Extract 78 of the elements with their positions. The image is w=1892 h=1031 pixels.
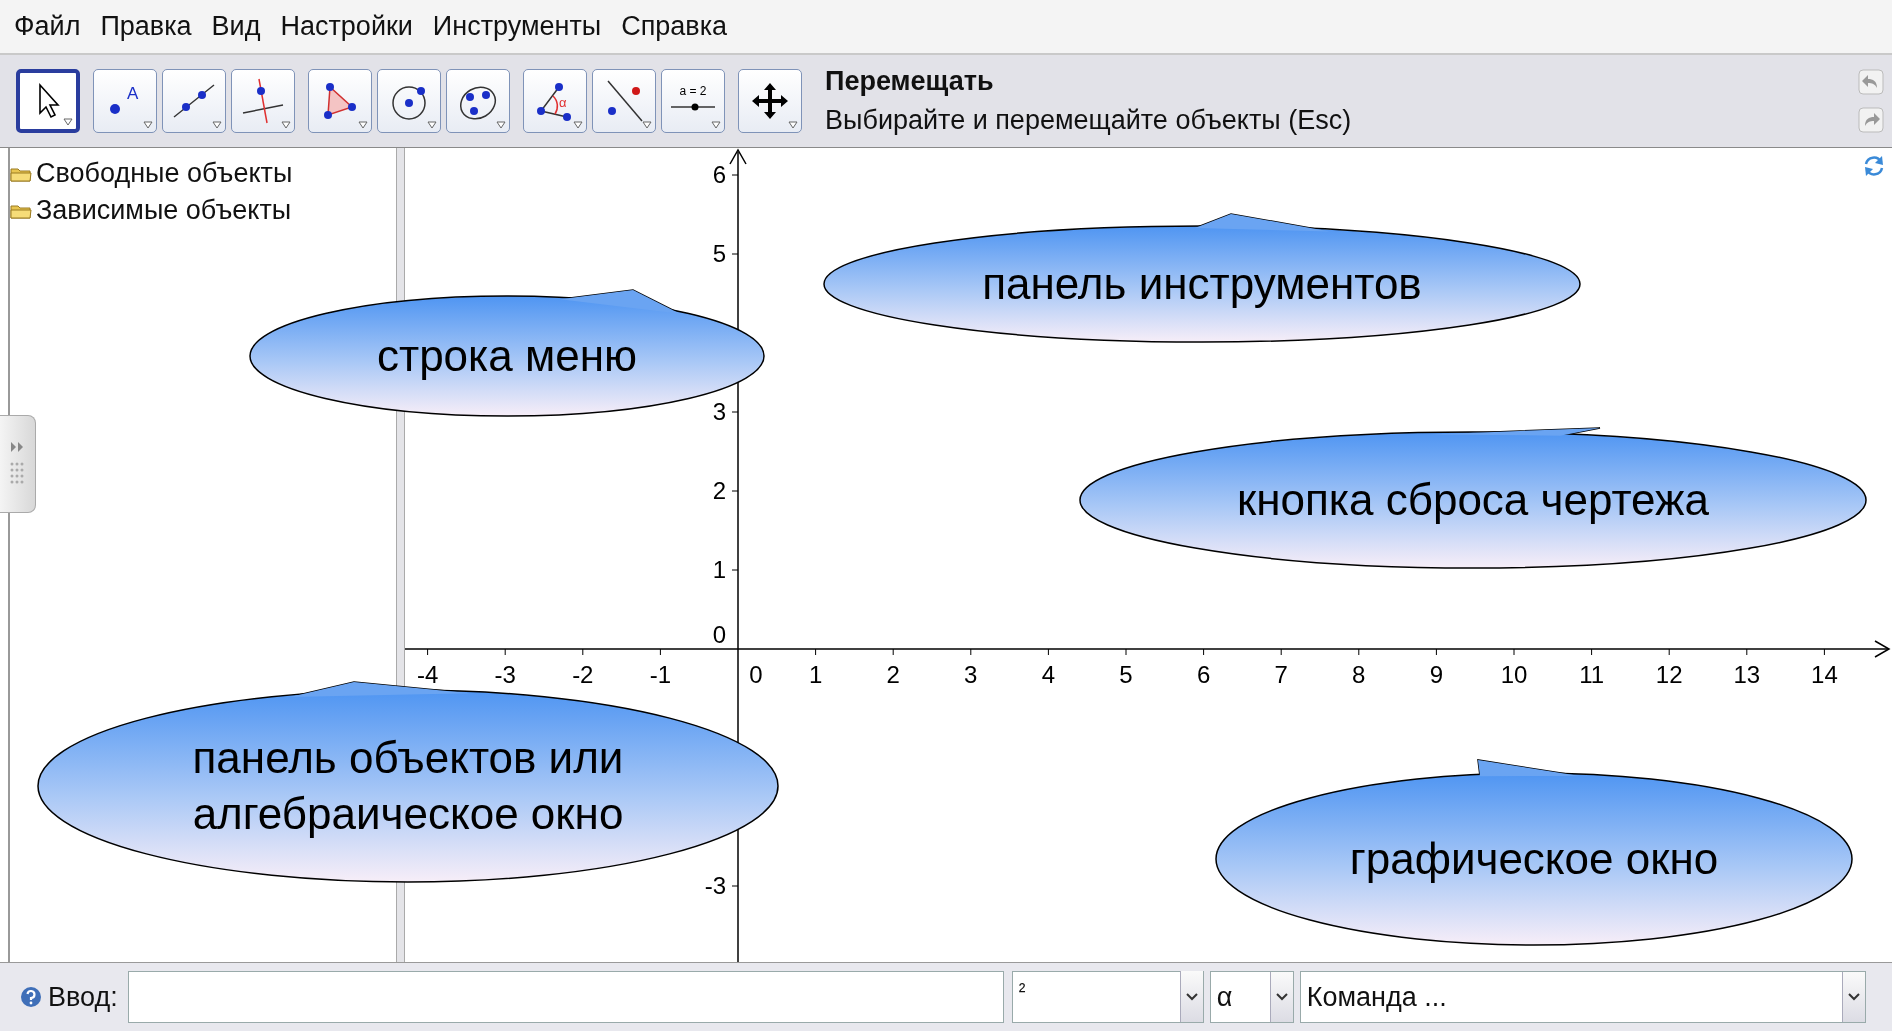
- dropdown-triangle-icon: [212, 121, 222, 129]
- tool-button[interactable]: α: [523, 69, 587, 133]
- tree-item[interactable]: Зависимые объекты: [10, 195, 292, 226]
- y-tick-label: 1: [712, 556, 726, 583]
- tool-description: Выбирайте и перемещайте объекты (Esc): [825, 105, 1352, 136]
- caret-icon: [1275, 993, 1288, 1001]
- menu-item[interactable]: Файл: [14, 11, 81, 42]
- x-tick-label: -4: [416, 661, 439, 688]
- menu-item[interactable]: Справка: [621, 11, 728, 42]
- dropdown-triangle-icon: [281, 121, 291, 129]
- callout-text: графическое окно: [1349, 834, 1719, 883]
- menu-item[interactable]: Инструменты: [432, 11, 602, 42]
- tool-button[interactable]: [446, 69, 510, 133]
- tool-button[interactable]: a = 2: [661, 69, 725, 133]
- greek-dropdown[interactable]: α: [1209, 971, 1294, 1023]
- x-tick-label: 8: [1352, 661, 1366, 688]
- input-field[interactable]: [127, 971, 1004, 1023]
- tool-button[interactable]: A: [93, 69, 157, 133]
- x-tick-label: 9: [1429, 661, 1444, 688]
- undo-icon[interactable]: [1858, 69, 1884, 95]
- caret-icon: [1847, 993, 1860, 1001]
- x-tick-label: 14: [1811, 661, 1838, 688]
- input-label: Ввод:: [48, 981, 118, 1013]
- menu-item[interactable]: Вид: [211, 11, 261, 42]
- x-tick-label: 12: [1655, 661, 1683, 688]
- y-tick-label: -3: [704, 872, 726, 899]
- y-tick-label: 2: [712, 477, 726, 504]
- y-tick-label: 5: [712, 240, 726, 267]
- refresh-icon[interactable]: [1862, 154, 1886, 178]
- tool-button[interactable]: [231, 69, 295, 133]
- x-tick-label: 13: [1733, 661, 1761, 688]
- x-tick-label: 7: [1274, 661, 1288, 688]
- x-tick-label: 11: [1579, 661, 1605, 688]
- callout-text: строка меню: [377, 331, 637, 380]
- x-tick-label: 0: [749, 661, 763, 688]
- dropdown-triangle-icon: [788, 121, 798, 129]
- x-tick-label: -2: [572, 661, 594, 688]
- x-tick-label: 6: [1196, 661, 1211, 688]
- redo-icon[interactable]: [1858, 107, 1884, 133]
- help-icon[interactable]: [20, 986, 42, 1008]
- dropdown-triangle-icon: [427, 121, 437, 129]
- dropdown-triangle-icon: [358, 121, 368, 129]
- y-tick-label: 6: [712, 161, 726, 188]
- x-tick-label: 4: [1041, 661, 1056, 688]
- tool-button[interactable]: [592, 69, 656, 133]
- dropdown-triangle-icon: [711, 121, 721, 129]
- x-tick-label: 10: [1500, 661, 1528, 688]
- tool-button[interactable]: [162, 69, 226, 133]
- callout-text: кнопка сброса чертежа: [1237, 475, 1709, 524]
- tool-button[interactable]: [308, 69, 372, 133]
- folder-icon: [10, 202, 32, 219]
- x-tick-label: 3: [964, 661, 978, 688]
- x-tick-label: 1: [808, 661, 823, 688]
- x-tick-label: -1: [649, 661, 672, 688]
- tool-title: Перемещать: [825, 66, 995, 97]
- callout-text: панель объектов или алгебраическое окно: [192, 733, 624, 838]
- x-tick-label: -3: [494, 661, 516, 688]
- folder-icon: [10, 165, 32, 182]
- dropdown-triangle-icon: [573, 121, 583, 129]
- dropdown-triangle-icon: [496, 121, 506, 129]
- caret-icon: [1185, 992, 1198, 1001]
- dropdown-triangle-icon: [63, 118, 73, 126]
- command-dropdown[interactable]: Команда ...: [1299, 971, 1866, 1023]
- y-tick-label: 0: [712, 621, 726, 648]
- x-tick-label: 2: [886, 661, 900, 688]
- x-tick-label: 5: [1119, 661, 1133, 688]
- y-tick-label: 3: [712, 398, 726, 425]
- menu-item[interactable]: Настройки: [280, 11, 413, 42]
- tree-item[interactable]: Свободные объекты: [10, 158, 293, 189]
- panel-toggle-handle[interactable]: [0, 415, 36, 513]
- menu-item[interactable]: Правка: [100, 11, 192, 42]
- tool-button[interactable]: [738, 69, 802, 133]
- dropdown-triangle-icon: [143, 121, 153, 129]
- tool-button[interactable]: [16, 69, 80, 133]
- callout-text: панель инструментов: [982, 259, 1422, 308]
- symbol-dropdown[interactable]: ²: [1011, 971, 1204, 1023]
- tool-button[interactable]: [377, 69, 441, 133]
- dropdown-triangle-icon: [642, 121, 652, 129]
